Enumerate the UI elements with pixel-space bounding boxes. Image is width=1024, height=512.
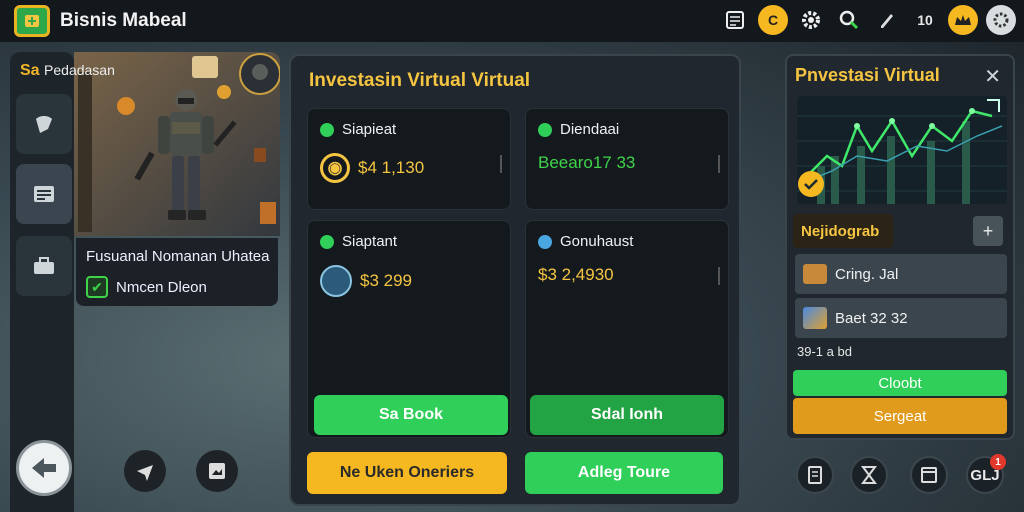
card-label: Gonuhaust (560, 233, 634, 250)
character-status[interactable]: ✔ Nmcen Dleon (86, 276, 207, 298)
map-button[interactable] (124, 450, 166, 492)
stat-card-3[interactable]: Siaptant $3 299 Sa Book (307, 220, 511, 438)
settings-icon[interactable] (986, 5, 1016, 35)
calendar-icon[interactable] (720, 5, 750, 35)
panel-title: Investasin Virtual Virtual (309, 70, 531, 91)
side-panel-title: Pnvestasi Virtual (795, 65, 940, 85)
growth-chart (797, 96, 1007, 204)
rail-list-button[interactable] (16, 164, 72, 224)
card-value: $3 2,4930 (538, 265, 614, 284)
card-label: Siaptant (342, 233, 398, 250)
tools-icon (803, 307, 827, 329)
status-dot-icon (320, 234, 334, 249)
profile-button[interactable]: GLJ 1 (966, 454, 1006, 494)
coin-icon[interactable]: C (758, 5, 788, 35)
book-button[interactable]: Sa Book (314, 395, 508, 435)
add-tour-button[interactable]: Adleg Toure (525, 452, 723, 494)
label-prefix: Sa (20, 62, 40, 79)
plane-icon (137, 465, 153, 481)
app-logo-icon[interactable] (14, 5, 50, 37)
avatar-icon (320, 265, 352, 297)
character-info: Fusuanal Nomanan Uhatea ✔ Nmcen Dleon (76, 238, 278, 306)
document-icon[interactable] (796, 456, 834, 494)
side-panel-subtitle: Nejidograb (793, 214, 893, 248)
scroll-indicator (718, 267, 720, 285)
add-icon[interactable]: + (973, 216, 1003, 246)
card-value: $3 299 (360, 271, 412, 290)
shield-icon (36, 116, 52, 133)
card-value: $4 1,130 (358, 158, 425, 177)
status-dot-icon (538, 122, 552, 137)
status-dot-icon (538, 234, 552, 249)
character-sub-label: Nmcen Dleon (116, 278, 207, 296)
briefcase-icon (34, 257, 54, 274)
level-icon: 10 (917, 12, 933, 28)
top-bar: Bisnis Mabeal C 10 (0, 0, 1024, 42)
crown-icon[interactable] (948, 5, 978, 35)
orders-button[interactable]: Ne Uken Oneriers (307, 452, 507, 494)
notification-badge: 1 (990, 454, 1006, 470)
inventory-row[interactable]: Baet 32 32 (795, 298, 1007, 338)
card-label: Diendaai (560, 121, 620, 138)
eye-coin-icon: ◉ (320, 153, 350, 183)
status-dot-icon (320, 122, 334, 137)
search-user-icon[interactable] (834, 5, 864, 35)
secondary-button[interactable]: Sergeat (793, 398, 1007, 434)
stat-card-4[interactable]: Gonuhaust $3 2,4930 Sdal Ionh (525, 220, 729, 438)
list-icon (34, 186, 54, 202)
chest-icon (803, 264, 827, 284)
scroll-indicator (718, 155, 720, 173)
side-panel-note: 39-1 a bd (797, 344, 852, 359)
row-label: Baet 32 32 (835, 309, 908, 327)
scroll-indicator (500, 155, 502, 173)
hourglass-icon[interactable] (850, 456, 888, 494)
stat-card-1[interactable]: Siapieat ◉ $4 1,130 (307, 108, 511, 210)
rail-briefcase-button[interactable] (16, 236, 72, 296)
investment-panel: Investasin Virtual Virtual Siapieat ◉ $4 … (289, 54, 741, 506)
inventory-row[interactable]: Cring. Jal (795, 254, 1007, 294)
gear-icon[interactable] (796, 5, 826, 35)
rail-shield-button[interactable] (16, 94, 72, 154)
pen-icon[interactable] (872, 5, 902, 35)
image-button[interactable] (196, 450, 238, 492)
card-value: Beearo17 33 (538, 153, 636, 172)
app-title: Bisnis Mabeal (60, 10, 187, 31)
stat-card-2[interactable]: Diendaai Beearo17 33 (525, 108, 729, 210)
character-name: Fusuanal Nomanan Uhatea (86, 248, 270, 265)
close-icon[interactable]: ✕ (984, 64, 1001, 89)
top-icons: C 10 (720, 5, 1016, 35)
card-label: Siapieat (342, 121, 397, 138)
image-icon (209, 463, 225, 479)
confirm-button[interactable]: Cloobt (793, 370, 1007, 396)
left-section-label: Sa Pedadasan (20, 62, 115, 80)
checkmark-icon: ✔ (86, 276, 108, 298)
row-label: Cring. Jal (835, 265, 899, 283)
label-text: Pedadasan (44, 62, 115, 78)
back-button[interactable] (16, 440, 72, 496)
arrow-left-icon (32, 458, 56, 478)
sell-button[interactable]: Sdal Ionh (530, 395, 724, 435)
window-icon[interactable] (910, 456, 948, 494)
side-panel: Pnvestasi Virtual ✕ Nejidograb + Cring. … (785, 54, 1015, 440)
